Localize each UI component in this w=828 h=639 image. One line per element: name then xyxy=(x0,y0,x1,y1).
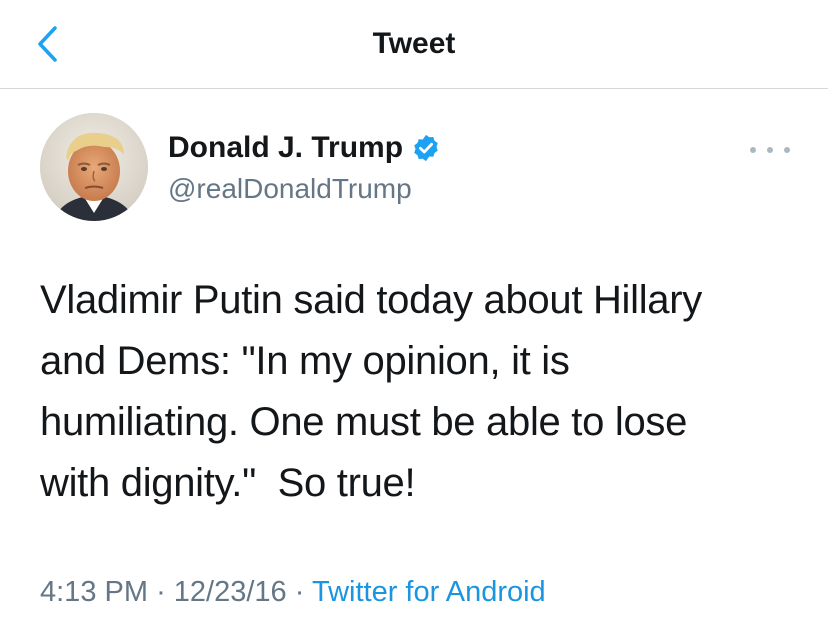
verified-badge-icon xyxy=(411,133,441,163)
tweet-text-line: Vladimir Putin said today about Hillary xyxy=(40,278,702,322)
tweet-text-line: with dignity." So true! xyxy=(40,461,416,505)
page-title: Tweet xyxy=(372,27,456,60)
more-dots-icon xyxy=(750,147,790,153)
author-handle[interactable]: @realDonaldTrump xyxy=(168,172,412,206)
author-name-row[interactable]: Donald J. Trump xyxy=(168,128,441,168)
avatar-image xyxy=(40,113,148,221)
tweet-detail-screen: Tweet Donald J. Trump @realDonaldTrump V… xyxy=(0,0,828,639)
tweet-date: 12/23/16 xyxy=(173,576,287,608)
tweet-time: 4:13 PM xyxy=(40,576,148,608)
nav-bar: Tweet xyxy=(0,0,828,89)
author-name: Donald J. Trump xyxy=(168,131,404,164)
tweet-meta: 4:13 PM · 12/23/16 · Twitter for Android xyxy=(40,574,546,610)
meta-separator: · xyxy=(156,576,166,608)
meta-separator: · xyxy=(294,576,305,608)
tweet-text: Vladimir Putin said today about Hillary … xyxy=(40,270,800,514)
more-options-button[interactable] xyxy=(750,138,790,162)
tweet-text-line: humiliating. One must be able to lose xyxy=(40,400,688,444)
tweet-text-line: and Dems: "In my opinion, it is xyxy=(40,339,570,383)
avatar[interactable] xyxy=(40,113,148,221)
tweet-source-link[interactable]: Twitter for Android xyxy=(312,576,546,608)
